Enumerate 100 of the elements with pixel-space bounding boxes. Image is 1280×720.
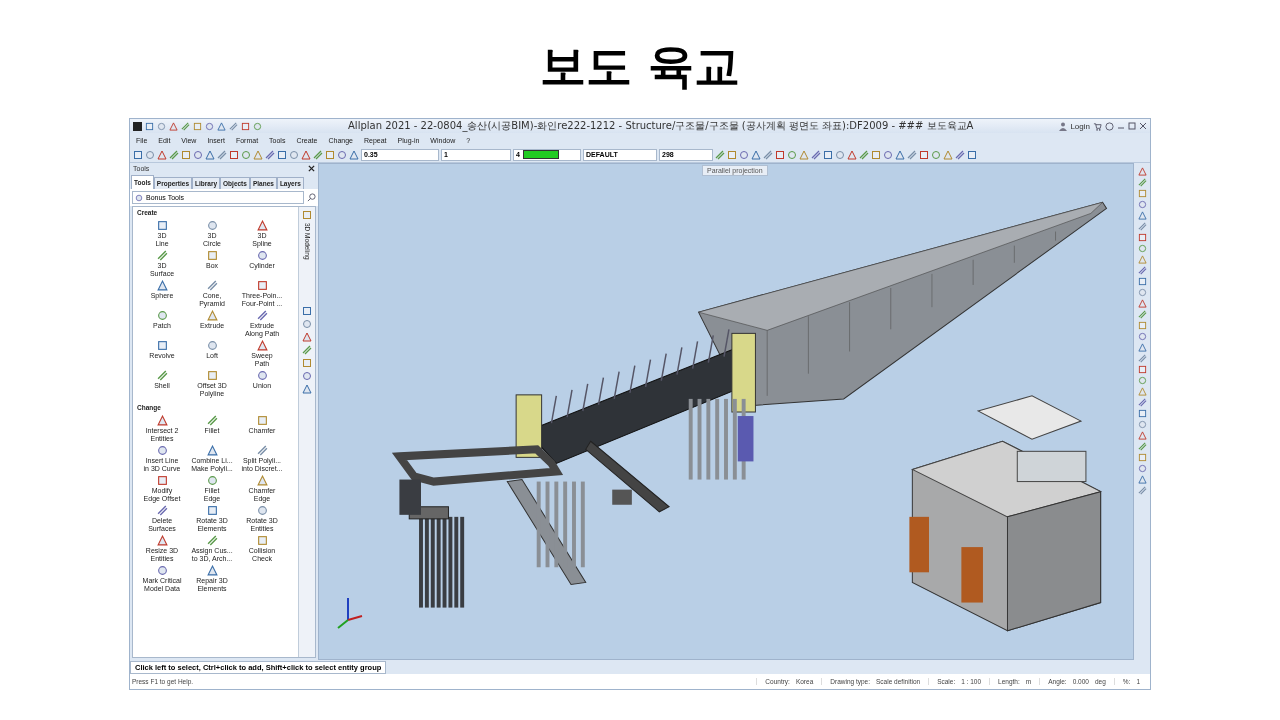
tool-icon[interactable]	[256, 445, 268, 456]
tool-icon[interactable]	[205, 149, 215, 160]
tool-icon[interactable]	[943, 149, 953, 160]
tool-icon[interactable]	[302, 357, 312, 368]
tool-icon[interactable]	[156, 250, 168, 261]
tool-icon[interactable]	[871, 149, 881, 160]
search-icon[interactable]	[307, 193, 316, 202]
tool-icon[interactable]	[1137, 167, 1147, 176]
tool-icon[interactable]	[302, 305, 312, 316]
tool-icon[interactable]	[206, 310, 218, 321]
tool-icon[interactable]	[325, 149, 335, 160]
tool-icon[interactable]	[156, 340, 168, 351]
tool-icon[interactable]	[1137, 266, 1147, 275]
tool-icon[interactable]	[302, 331, 312, 342]
cart-icon[interactable]	[1093, 121, 1102, 131]
tool-icon[interactable]	[907, 149, 917, 160]
tool-icon[interactable]	[156, 535, 168, 546]
tool-icon[interactable]	[302, 383, 312, 394]
tool-icon[interactable]	[751, 149, 761, 160]
tool-icon[interactable]	[799, 149, 809, 160]
tool-icon[interactable]	[739, 149, 749, 160]
close-icon[interactable]	[308, 164, 315, 172]
tool-icon[interactable]	[229, 149, 239, 160]
tool-icon[interactable]	[157, 149, 167, 160]
tool-icon[interactable]	[241, 149, 251, 160]
tool-icon[interactable]	[156, 310, 168, 321]
tool-icon[interactable]	[169, 149, 179, 160]
tool-icon[interactable]	[156, 415, 168, 426]
tool-icon[interactable]	[206, 415, 218, 426]
tool-icon[interactable]	[1137, 486, 1147, 495]
tool-icon[interactable]	[133, 149, 143, 160]
tool-icon[interactable]	[349, 149, 359, 160]
tool-icon[interactable]	[256, 250, 268, 261]
tool-icon[interactable]	[156, 445, 168, 456]
tool-icon[interactable]	[156, 505, 168, 516]
tool-icon[interactable]	[1137, 310, 1147, 319]
tool-icon[interactable]	[919, 149, 929, 160]
help-icon[interactable]	[1105, 121, 1114, 131]
tool-icon[interactable]	[1137, 398, 1147, 407]
tool-icon[interactable]	[811, 149, 821, 160]
tool-icon[interactable]	[256, 370, 268, 381]
tool-icon[interactable]	[289, 149, 299, 160]
tool-icon[interactable]	[206, 535, 218, 546]
tool-icon[interactable]	[256, 505, 268, 516]
tool-icon[interactable]	[715, 149, 725, 160]
tool-icon[interactable]	[727, 149, 737, 160]
tool-icon[interactable]	[206, 445, 218, 456]
tool-icon[interactable]	[256, 535, 268, 546]
tool-icon[interactable]	[763, 149, 773, 160]
app-logo-icon[interactable]	[133, 121, 142, 131]
tool-icon[interactable]	[206, 250, 218, 261]
tool-icon[interactable]	[156, 370, 168, 381]
tool-icon[interactable]	[181, 121, 190, 131]
tool-icon[interactable]	[277, 149, 287, 160]
tool-icon[interactable]	[217, 149, 227, 160]
login-link[interactable]: Login	[1070, 121, 1090, 131]
tool-icon[interactable]	[206, 475, 218, 486]
tool-icon[interactable]	[256, 340, 268, 351]
tool-icon[interactable]	[181, 149, 191, 160]
tool-icon[interactable]	[256, 280, 268, 291]
tool-icon[interactable]	[206, 280, 218, 291]
tool-icon[interactable]	[206, 505, 218, 516]
tool-icon[interactable]	[253, 149, 263, 160]
tool-icon[interactable]	[823, 149, 833, 160]
tool-icon[interactable]	[895, 149, 905, 160]
tool-icon[interactable]	[1137, 442, 1147, 451]
tool-icon[interactable]	[156, 220, 168, 231]
tool-icon[interactable]	[206, 370, 218, 381]
tool-icon[interactable]	[193, 149, 203, 160]
tool-icon[interactable]	[256, 415, 268, 426]
maximize-icon[interactable]	[1128, 122, 1136, 130]
tool-icon[interactable]	[256, 475, 268, 486]
tool-icon[interactable]	[145, 149, 155, 160]
tool-icon[interactable]	[847, 149, 857, 160]
tool-icon[interactable]	[206, 565, 218, 576]
tool-icon[interactable]	[265, 149, 275, 160]
tool-icon[interactable]	[313, 149, 323, 160]
tool-icon[interactable]	[156, 565, 168, 576]
tool-icon[interactable]	[787, 149, 797, 160]
tool-icon[interactable]	[156, 280, 168, 291]
tool-icon[interactable]	[302, 370, 312, 381]
tool-icon[interactable]	[775, 149, 785, 160]
tool-icon[interactable]	[1137, 178, 1147, 187]
close-icon[interactable]	[1139, 122, 1147, 130]
tool-icon[interactable]	[302, 318, 312, 329]
tool-icon[interactable]	[967, 149, 977, 160]
tool-icon[interactable]	[835, 149, 845, 160]
tool-icon[interactable]	[256, 220, 268, 231]
tool-icon[interactable]	[1137, 222, 1147, 231]
tool-icon[interactable]	[883, 149, 893, 160]
tool-icon[interactable]	[206, 220, 218, 231]
tool-icon[interactable]	[859, 149, 869, 160]
tool-icon[interactable]	[302, 344, 312, 355]
tool-icon[interactable]	[337, 149, 347, 160]
tool-icon[interactable]	[955, 149, 965, 160]
tool-icon[interactable]	[229, 121, 238, 131]
tool-icon[interactable]	[1137, 354, 1147, 363]
tool-icon[interactable]	[156, 475, 168, 486]
tool-icon[interactable]	[301, 149, 311, 160]
tool-icon[interactable]	[206, 340, 218, 351]
